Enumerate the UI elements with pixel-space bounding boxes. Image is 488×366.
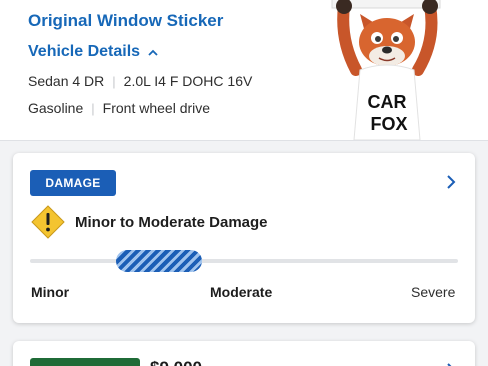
svg-text:CAR: CAR [368,92,407,112]
damage-severity-marker [116,250,202,272]
damage-severity-text: Minor to Moderate Damage [75,214,268,231]
engine: 2.0L I4 F DOHC 16V [123,73,253,89]
drivetrain: Front wheel drive [102,100,211,116]
carfox-mascot-image: CAR FOX [331,0,441,140]
vehicle-value-amount: $9,000 [150,358,202,366]
separator: | [91,100,95,116]
vehicle-details-toggle[interactable]: Vehicle Details [28,43,158,61]
body-style: Sedan 4 DR [28,73,105,89]
scale-label-moderate: Moderate [210,284,273,300]
original-window-sticker-link[interactable]: Original Window Sticker [28,11,223,31]
chevron-up-icon [148,49,158,56]
vehicle-details-label: Vehicle Details [28,43,141,60]
vehicle-specs-row-1: Sedan 4 DR | 2.0L I4 F DOHC 16V [28,73,252,89]
vehicle-value-card[interactable]: $9,000 [13,341,475,366]
vehicle-history-report: Original Window Sticker Vehicle Details … [0,0,488,366]
damage-scale-track [30,259,458,263]
vehicle-specs-row-2: Gasoline | Front wheel drive [28,100,210,116]
warning-icon [31,205,65,244]
damage-card[interactable]: DAMAGE Minor to Moderate Damage Minor Mo… [13,153,475,323]
scale-label-minor: Minor [31,284,70,300]
value-badge [30,358,140,366]
svg-text:FOX: FOX [370,114,407,134]
vehicle-header-card: Original Window Sticker Vehicle Details … [0,0,488,141]
separator: | [112,73,116,89]
damage-badge: DAMAGE [30,170,116,196]
fuel-type: Gasoline [28,100,84,116]
chevron-right-icon[interactable] [446,175,456,194]
scale-label-severe: Severe [411,284,456,300]
